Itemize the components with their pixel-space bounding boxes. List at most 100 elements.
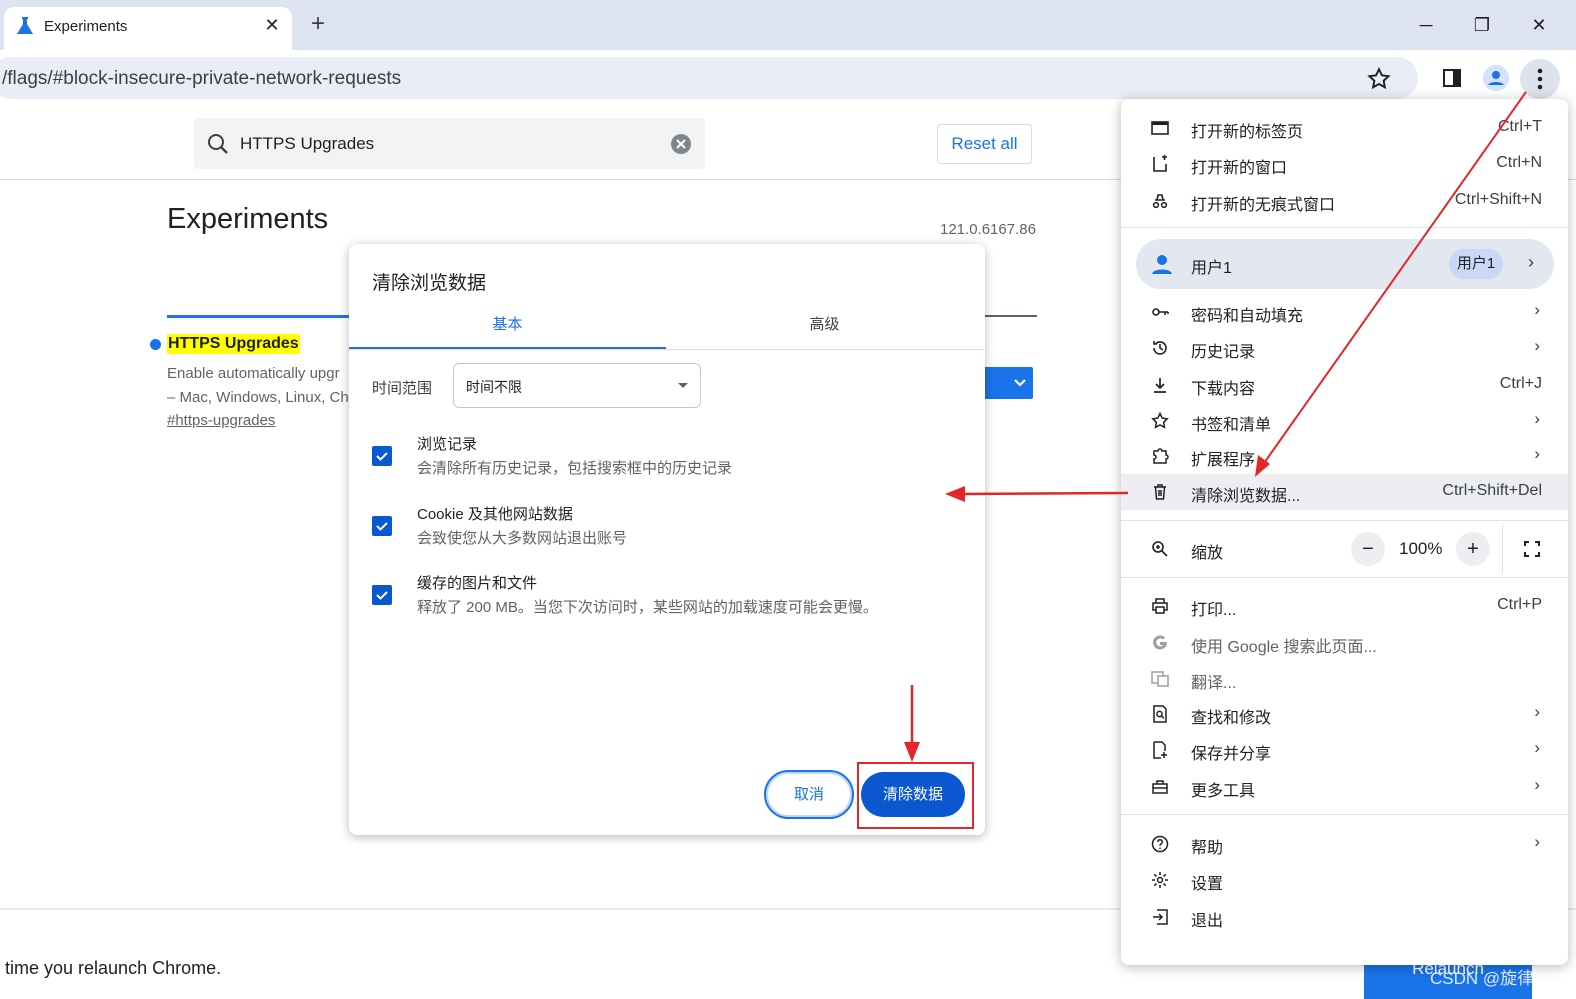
download-icon: [1154, 378, 1166, 393]
gear-icon: [1152, 872, 1168, 888]
profile-badge: 用户1: [1449, 249, 1503, 279]
new-tab-icon: [1151, 121, 1169, 135]
menu-label: 打印...: [1191, 602, 1237, 619]
flag-title: HTTPS Upgrades: [167, 334, 300, 354]
menu-label: 查找和修改: [1191, 710, 1272, 727]
time-range-select[interactable]: 时间不限: [453, 363, 701, 408]
person-icon: [1152, 255, 1172, 274]
more-vert-icon: [1537, 68, 1543, 90]
menu-label: 下载内容: [1191, 381, 1256, 398]
minimize-button[interactable]: ─: [1411, 12, 1441, 38]
menu-label: 清除浏览数据...: [1191, 488, 1301, 505]
tab-divider: [349, 349, 985, 350]
history-icon: [1153, 341, 1167, 355]
page-title: Experiments: [167, 203, 329, 235]
chrome-menu-button[interactable]: [1520, 59, 1560, 99]
zoom-out-button[interactable]: −: [1351, 532, 1385, 566]
history-checkbox[interactable]: [372, 446, 392, 466]
exit-icon: [1153, 909, 1168, 925]
menu-item-downloads[interactable]: 下载内容 Ctrl+J: [1121, 367, 1568, 403]
menu-label: 密码和自动填充: [1191, 308, 1304, 325]
menu-item-find-edit[interactable]: 查找和修改 ›: [1121, 696, 1568, 732]
watermark: CSDN @旋律.: [1430, 969, 1539, 988]
address-bar[interactable]: /flags/#block-insecure-private-network-r…: [0, 57, 1418, 99]
menu-label: 书签和清单: [1191, 417, 1272, 434]
chevron-right-icon: ›: [1534, 444, 1540, 463]
flag-description-line: – Mac, Windows, Linux, Ch: [167, 389, 349, 406]
chevron-right-icon: ›: [1534, 409, 1540, 428]
zoom-in-button[interactable]: +: [1456, 532, 1490, 566]
profile-icon[interactable]: [1480, 62, 1512, 94]
menu-label: 打开新的窗口: [1191, 160, 1288, 177]
tab-close-icon[interactable]: ✕: [262, 15, 282, 36]
key-icon: [1152, 308, 1169, 316]
star-icon: [1151, 412, 1169, 429]
option-title: Cookie 及其他网站数据: [417, 506, 573, 523]
menu-item-zoom: 缩放: [1121, 531, 1568, 567]
reset-all-button[interactable]: Reset all: [937, 124, 1032, 164]
tab-advanced[interactable]: 高级: [666, 314, 983, 350]
menu-item-profile[interactable]: 用户1 用户1 ›: [1136, 239, 1554, 289]
tab-basic[interactable]: 基本: [349, 314, 666, 350]
browser-tab[interactable]: Experiments ✕: [4, 7, 292, 50]
menu-item-new-tab[interactable]: 打开新的标签页 Ctrl+T: [1121, 110, 1568, 146]
menu-label: 更多工具: [1191, 783, 1256, 800]
cancel-button[interactable]: 取消: [764, 770, 854, 819]
chevron-right-icon: ›: [1534, 336, 1540, 355]
menu-item-extensions[interactable]: 扩展程序 ›: [1121, 438, 1568, 474]
fullscreen-icon[interactable]: [1519, 536, 1545, 562]
puzzle-icon: [1153, 448, 1169, 464]
option-title: 缓存的图片和文件: [417, 575, 538, 592]
restore-button[interactable]: ❐: [1467, 12, 1497, 38]
menu-item-help[interactable]: 帮助 ›: [1121, 826, 1568, 862]
menu-item-history[interactable]: 历史记录 ›: [1121, 330, 1568, 366]
help-icon: [1151, 835, 1169, 853]
menu-item-bookmarks[interactable]: 书签和清单 ›: [1121, 403, 1568, 439]
menu-item-google-search[interactable]: 使用 Google 搜索此页面...: [1121, 625, 1568, 661]
option-description: 会清除所有历史记录，包括搜索框中的历史记录: [417, 460, 733, 477]
history-option: 浏览记录 会清除所有历史记录，包括搜索框中的历史记录: [372, 433, 972, 485]
menu-label: 缩放: [1191, 545, 1224, 562]
zoom-level: 100%: [1399, 539, 1443, 558]
check-icon: [376, 591, 388, 600]
flags-tab-available[interactable]: [167, 315, 357, 318]
chevron-right-icon: ›: [1534, 300, 1540, 319]
menu-shortcut: Ctrl+T: [1498, 118, 1542, 135]
cookies-checkbox[interactable]: [372, 516, 392, 536]
tab-title: Experiments: [44, 18, 128, 35]
url-text[interactable]: /flags/#block-insecure-private-network-r…: [2, 68, 401, 90]
menu-separator: [1121, 520, 1568, 521]
new-tab-button[interactable]: +: [305, 10, 331, 38]
flag-anchor-link[interactable]: #https-upgrades: [167, 412, 275, 429]
menu-item-settings[interactable]: 设置: [1121, 862, 1568, 898]
incognito-icon: [1152, 194, 1168, 209]
check-icon: [376, 522, 388, 531]
flags-search-input[interactable]: HTTPS Upgrades: [194, 118, 705, 169]
menu-item-translate[interactable]: 翻译...: [1121, 661, 1568, 697]
bookmark-star-icon[interactable]: [1366, 66, 1392, 92]
side-panel-icon[interactable]: [1436, 62, 1468, 94]
cache-checkbox[interactable]: [372, 585, 392, 605]
menu-item-more-tools[interactable]: 更多工具 ›: [1121, 769, 1568, 805]
menu-item-passwords[interactable]: 密码和自动填充 ›: [1121, 294, 1568, 330]
menu-item-new-window[interactable]: 打开新的窗口 Ctrl+N: [1121, 146, 1568, 182]
zoom-divider: [1502, 524, 1503, 574]
annotation-arrow-line: [961, 491, 1129, 496]
relaunch-message: time you relaunch Chrome.: [5, 958, 222, 978]
menu-item-incognito[interactable]: 打开新的无痕式窗口 Ctrl+Shift+N: [1121, 183, 1568, 219]
menu-label: 翻译...: [1191, 675, 1237, 692]
menu-label: 使用 Google 搜索此页面...: [1191, 639, 1377, 656]
clear-search-icon[interactable]: [670, 133, 692, 155]
menu-shortcut: Ctrl+J: [1499, 375, 1542, 392]
chrome-menu: 打开新的标签页 Ctrl+T 打开新的窗口 Ctrl+N 打开新的无痕式窗口 C…: [1121, 99, 1568, 965]
menu-label: 设置: [1191, 876, 1224, 893]
dialog-title: 清除浏览数据: [372, 273, 487, 294]
option-title: 浏览记录: [417, 436, 478, 453]
menu-item-exit[interactable]: 退出: [1121, 899, 1568, 935]
menu-item-save-share[interactable]: 保存并分享 ›: [1121, 732, 1568, 768]
window-close-button[interactable]: ✕: [1524, 12, 1554, 38]
menu-separator: [1121, 227, 1568, 228]
menu-shortcut: Ctrl+P: [1497, 596, 1542, 613]
menu-item-clear-browsing-data[interactable]: 清除浏览数据... Ctrl+Shift+Del: [1121, 474, 1568, 510]
menu-item-print[interactable]: 打印... Ctrl+P: [1121, 588, 1568, 624]
